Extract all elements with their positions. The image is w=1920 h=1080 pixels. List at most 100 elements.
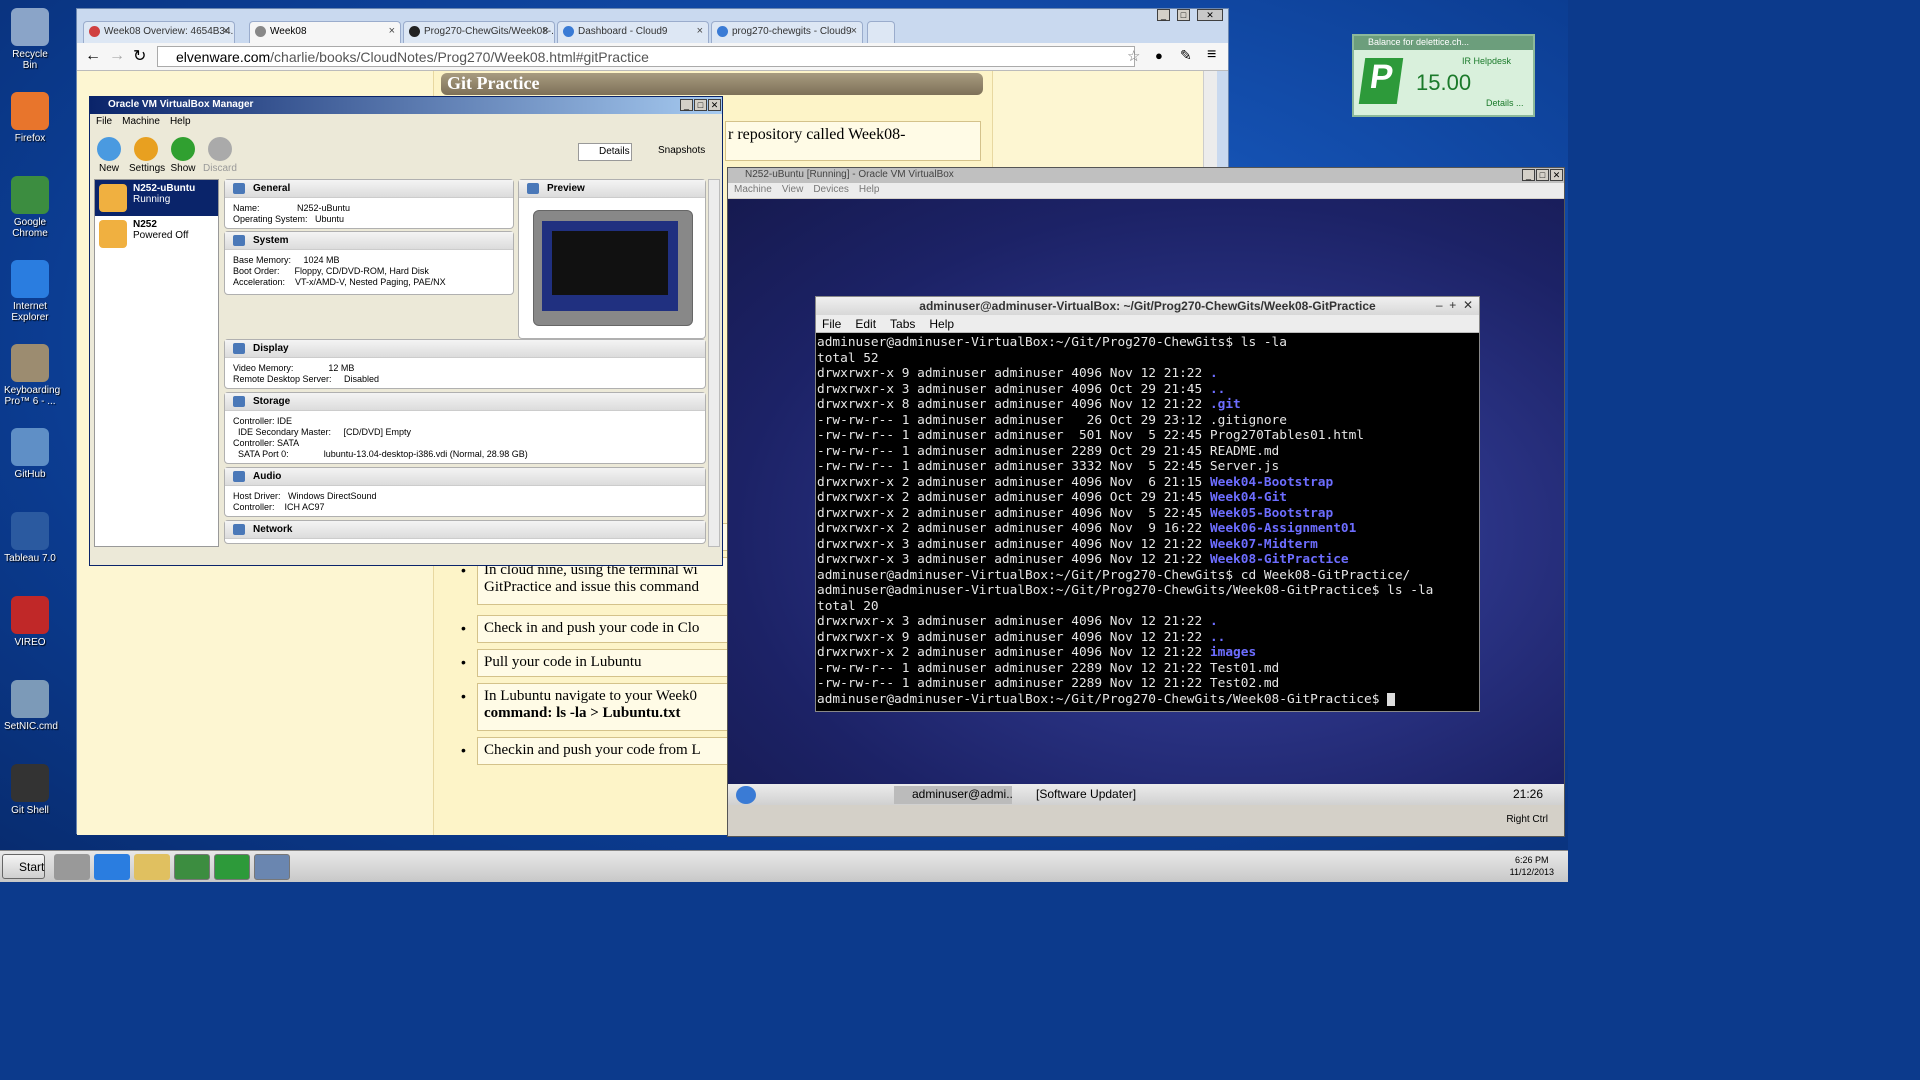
terminal-menu-item[interactable]: File bbox=[822, 317, 841, 331]
desktop-icon-label: Firefox bbox=[14, 133, 46, 144]
vm-os-icon bbox=[99, 184, 127, 212]
address-bar[interactable]: elvenware.com/charlie/books/CloudNotes/P… bbox=[157, 46, 1135, 67]
close-button[interactable]: ✕ bbox=[1197, 9, 1223, 21]
terminal-line: -rw-rw-r-- 1 adminuser adminuser 501 Nov… bbox=[817, 428, 1365, 443]
start-button[interactable]: Start bbox=[2, 854, 45, 879]
task-software-updater[interactable]: [Software Updater] bbox=[1018, 786, 1178, 804]
terminal-line: drwxrwxr-x 3 adminuser adminuser 4096 No… bbox=[817, 552, 1349, 567]
terminal-line: -rw-rw-r-- 1 adminuser adminuser 2289 No… bbox=[817, 660, 1280, 676]
details-scrollbar[interactable] bbox=[708, 179, 720, 547]
lubuntu-desktop: adminuser@adminuser-VirtualBox: ~/Git/Pr… bbox=[728, 199, 1564, 806]
menu-item[interactable]: Help bbox=[170, 116, 191, 127]
desktop-icon[interactable]: GitHub bbox=[4, 428, 56, 480]
browser-tab[interactable]: Prog270-ChewGits/Week08-... × bbox=[403, 21, 555, 43]
vm-menu-item[interactable]: Devices bbox=[813, 184, 849, 195]
menu-item[interactable]: Machine bbox=[122, 116, 160, 127]
tab-close-icon[interactable]: × bbox=[389, 25, 395, 37]
vbm-maximize-button[interactable]: □ bbox=[694, 99, 707, 111]
tool-show-button[interactable]: Show bbox=[166, 137, 200, 174]
taskbar-virtualbox-icon[interactable] bbox=[254, 854, 290, 880]
tab-favicon-icon bbox=[717, 26, 728, 37]
details-tab[interactable]: Details bbox=[578, 143, 632, 161]
browser-tab[interactable]: Week08 Overview: 4654B34... × bbox=[83, 21, 235, 43]
browser-tab[interactable]: prog270-chewgits - Cloud9 × bbox=[711, 21, 863, 43]
vbm-close-button[interactable]: ✕ bbox=[708, 99, 721, 111]
vm-minimize-button[interactable]: _ bbox=[1522, 169, 1535, 181]
vm-menu-item[interactable]: View bbox=[782, 184, 804, 195]
terminal-line: drwxrwxr-x 2 adminuser adminuser 4096 No… bbox=[817, 505, 1334, 521]
vm-menu-item[interactable]: Machine bbox=[734, 184, 772, 195]
terminal-menu-item[interactable]: Tabs bbox=[890, 317, 915, 331]
terminal-menu-item[interactable]: Edit bbox=[855, 317, 876, 331]
vm-maximize-button[interactable]: □ bbox=[1536, 169, 1549, 181]
task-terminal[interactable]: adminuser@admi... bbox=[894, 786, 1012, 804]
wrench-icon[interactable]: ✎ bbox=[1180, 47, 1192, 64]
vm-os-icon bbox=[99, 220, 127, 248]
desktop-icon[interactable]: Firefox bbox=[4, 92, 56, 144]
vm-menu-item[interactable]: Help bbox=[859, 184, 880, 195]
system-clock[interactable]: 6:26 PM 11/12/2013 bbox=[1510, 854, 1554, 878]
desktop-icon[interactable]: Internet Explorer bbox=[4, 260, 56, 323]
desktop-icon[interactable]: Git Shell bbox=[4, 764, 56, 816]
minimize-button[interactable]: _ bbox=[1157, 9, 1170, 21]
reload-icon[interactable]: ↻ bbox=[133, 46, 146, 66]
instruction-item: Checkin and push your code from L bbox=[477, 737, 737, 765]
back-icon[interactable]: ← bbox=[85, 47, 101, 65]
terminal-window-controls[interactable]: – + ✕ bbox=[1436, 298, 1473, 312]
taskbar-server-icon[interactable] bbox=[54, 854, 90, 880]
lxpanel: adminuser@admi... [Software Updater] 21:… bbox=[728, 784, 1564, 806]
desktop-icon[interactable]: Keyboarding Pro™ 6 - ... bbox=[4, 344, 60, 407]
menu-item[interactable]: File bbox=[96, 116, 112, 127]
taskbar-explorer-icon[interactable] bbox=[134, 854, 170, 880]
details-link[interactable]: Details ... bbox=[1486, 98, 1524, 108]
desktop-icon[interactable]: VIREO bbox=[4, 596, 56, 648]
new-tab-button[interactable] bbox=[867, 21, 895, 43]
desktop-icon-label: Google Chrome bbox=[12, 217, 48, 239]
snapshots-tab[interactable]: Snapshots bbox=[642, 145, 705, 156]
terminal-line: adminuser@adminuser-VirtualBox:~/Git/Pro… bbox=[817, 567, 1411, 583]
tab-close-icon[interactable]: × bbox=[851, 25, 857, 37]
maximize-button[interactable]: □ bbox=[1177, 9, 1190, 21]
vbm-minimize-button[interactable]: _ bbox=[680, 99, 693, 111]
browser-tab[interactable]: Dashboard - Cloud9 × bbox=[557, 21, 709, 43]
tab-strip: Week08 Overview: 4654B34... × Week08 × Prog2… bbox=[83, 21, 983, 43]
taskbar: Start 6:26 PM 11/12/2013 bbox=[0, 850, 1568, 882]
terminal-menu-item[interactable]: Help bbox=[929, 317, 954, 331]
terminal-line: -rw-rw-r-- 1 adminuser adminuser 2289 Oc… bbox=[817, 443, 1280, 459]
tab-close-icon[interactable]: × bbox=[543, 25, 549, 37]
terminal-line: drwxrwxr-x 2 adminuser adminuser 4096 No… bbox=[817, 645, 1257, 660]
tool-settings-button[interactable]: Settings bbox=[129, 137, 165, 174]
instruction-item: In Lubuntu navigate to your Week0 command… bbox=[477, 683, 737, 731]
vm-window: N252-uBuntu [Running] - Oracle VM Virtua… bbox=[727, 167, 1565, 837]
settings-icon bbox=[134, 137, 158, 161]
lubuntu-menu-icon[interactable] bbox=[736, 786, 756, 804]
tool-discard-button[interactable]: Discard bbox=[203, 137, 237, 174]
tool-new-button[interactable]: New bbox=[92, 137, 126, 174]
menu-icon[interactable]: ≡ bbox=[1207, 46, 1216, 64]
vm-close-button[interactable]: ✕ bbox=[1550, 169, 1563, 181]
taskbar-pharos-icon[interactable] bbox=[214, 854, 250, 880]
desktop-icon[interactable]: SetNIC.cmd bbox=[4, 680, 58, 732]
page-heading: Git Practice bbox=[441, 73, 983, 95]
balance-title: Balance for delettice.ch... bbox=[1354, 36, 1533, 50]
terminal-output[interactable]: adminuser@adminuser-VirtualBox:~/Git/Pro… bbox=[817, 335, 1472, 711]
terminal-line: adminuser@adminuser-VirtualBox:~/Git/Pro… bbox=[817, 692, 1472, 708]
tableau-icon bbox=[11, 512, 49, 550]
taskbar-chrome-icon[interactable] bbox=[174, 854, 210, 880]
extension-icon[interactable]: ● bbox=[1155, 48, 1163, 63]
desktop-icon[interactable]: Google Chrome bbox=[4, 176, 56, 239]
vm-list: N252-uBuntu Running N252 Powered Off bbox=[94, 179, 219, 547]
taskbar-powershell-icon[interactable] bbox=[94, 854, 130, 880]
desktop-icon[interactable]: Tableau 7.0 bbox=[4, 512, 56, 564]
vm-list-item[interactable]: N252 Powered Off bbox=[95, 216, 218, 252]
tab-close-icon[interactable]: × bbox=[223, 25, 229, 37]
browser-tab[interactable]: Week08 × bbox=[249, 21, 401, 43]
audio-section: Audio Host Driver: Windows DirectSound Co… bbox=[224, 467, 706, 517]
forward-icon[interactable]: → bbox=[109, 47, 125, 65]
tab-close-icon[interactable]: × bbox=[697, 25, 703, 37]
preview-section: Preview bbox=[518, 179, 706, 339]
star-icon[interactable]: ☆ bbox=[1127, 47, 1140, 65]
ie-icon bbox=[11, 260, 49, 298]
vm-list-item[interactable]: N252-uBuntu Running bbox=[95, 180, 218, 216]
desktop-icon[interactable]: Recycle Bin bbox=[4, 8, 56, 71]
